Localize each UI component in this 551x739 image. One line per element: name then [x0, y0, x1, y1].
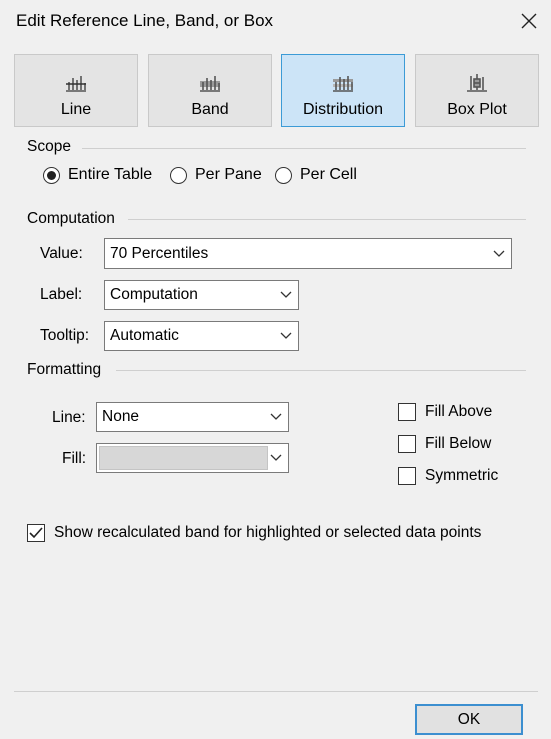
radio-button-icon: [275, 166, 292, 184]
fill-color-dropdown[interactable]: [96, 443, 289, 473]
band-chart-icon: [200, 76, 220, 92]
chevron-down-icon: [270, 454, 282, 461]
scope-per-pane-label: Per Pane: [195, 166, 262, 183]
fill-below-label: Fill Below: [425, 435, 492, 452]
radio-button-icon: [43, 166, 60, 184]
edit-reference-dialog: Edit Reference Line, Band, or Box Line B…: [0, 0, 551, 739]
value-dropdown[interactable]: 70 Percentiles: [104, 238, 512, 269]
scope-entire-table-radio[interactable]: Entire Table: [43, 166, 152, 184]
computation-divider: [128, 219, 526, 220]
distribution-type-button[interactable]: Distribution: [281, 54, 405, 127]
scope-per-cell-radio[interactable]: Per Cell: [275, 166, 357, 184]
value-dropdown-text: 70 Percentiles: [110, 244, 209, 262]
line-style-dropdown[interactable]: None: [96, 402, 289, 432]
show-recalculated-band-label: Show recalculated band for highlighted o…: [54, 524, 482, 541]
line-chart-icon: [66, 76, 86, 92]
chevron-down-icon: [280, 332, 292, 339]
label-dropdown[interactable]: Computation: [104, 280, 299, 310]
radio-button-icon: [170, 166, 187, 184]
show-recalculated-band-checkbox[interactable]: Show recalculated band for highlighted o…: [27, 524, 481, 542]
box-plot-type-button[interactable]: Box Plot: [415, 54, 539, 127]
computation-heading: Computation: [27, 210, 115, 227]
scope-per-cell-label: Per Cell: [300, 166, 357, 183]
symmetric-label: Symmetric: [425, 467, 499, 484]
formatting-heading: Formatting: [27, 361, 102, 378]
band-type-button[interactable]: Band: [148, 54, 272, 127]
tooltip-dropdown-text: Automatic: [110, 327, 179, 344]
tooltip-dropdown[interactable]: Automatic: [104, 321, 299, 351]
chevron-down-icon: [280, 291, 292, 298]
line-type-button[interactable]: Line: [14, 54, 138, 127]
scope-entire-table-label: Entire Table: [68, 166, 153, 183]
fill-above-checkbox[interactable]: Fill Above: [398, 403, 492, 421]
scope-per-pane-radio[interactable]: Per Pane: [170, 166, 262, 184]
close-icon: [521, 13, 537, 29]
value-label: Value:: [40, 245, 83, 262]
fill-color-swatch: [99, 446, 268, 470]
checkbox-icon: [398, 403, 416, 421]
line-label: Line:: [52, 409, 86, 426]
chevron-down-icon: [270, 413, 282, 420]
label-label: Label:: [40, 286, 83, 303]
distribution-type-label: Distribution: [302, 101, 384, 118]
formatting-divider: [116, 370, 526, 371]
symmetric-checkbox[interactable]: Symmetric: [398, 467, 498, 485]
box-plot-type-label: Box Plot: [447, 101, 507, 118]
label-dropdown-text: Computation: [110, 286, 198, 303]
checkbox-icon: [398, 435, 416, 453]
checkbox-checked-icon: [27, 524, 45, 542]
scope-divider: [82, 148, 526, 149]
fill-above-label: Fill Above: [425, 403, 493, 420]
checkbox-icon: [398, 467, 416, 485]
line-type-label: Line: [60, 101, 92, 118]
dialog-title: Edit Reference Line, Band, or Box: [16, 11, 274, 30]
ok-button[interactable]: OK: [415, 704, 523, 735]
fill-below-checkbox[interactable]: Fill Below: [398, 435, 491, 453]
scope-heading: Scope: [27, 138, 71, 155]
band-type-label: Band: [191, 101, 229, 118]
box-plot-icon: [467, 74, 487, 92]
footer-divider: [14, 691, 538, 692]
fill-label: Fill:: [62, 450, 87, 467]
close-button[interactable]: [516, 8, 542, 34]
distribution-chart-icon: [333, 76, 353, 92]
tooltip-label: Tooltip:: [40, 327, 90, 344]
line-style-dropdown-text: None: [102, 408, 140, 425]
chevron-down-icon: [493, 250, 505, 257]
